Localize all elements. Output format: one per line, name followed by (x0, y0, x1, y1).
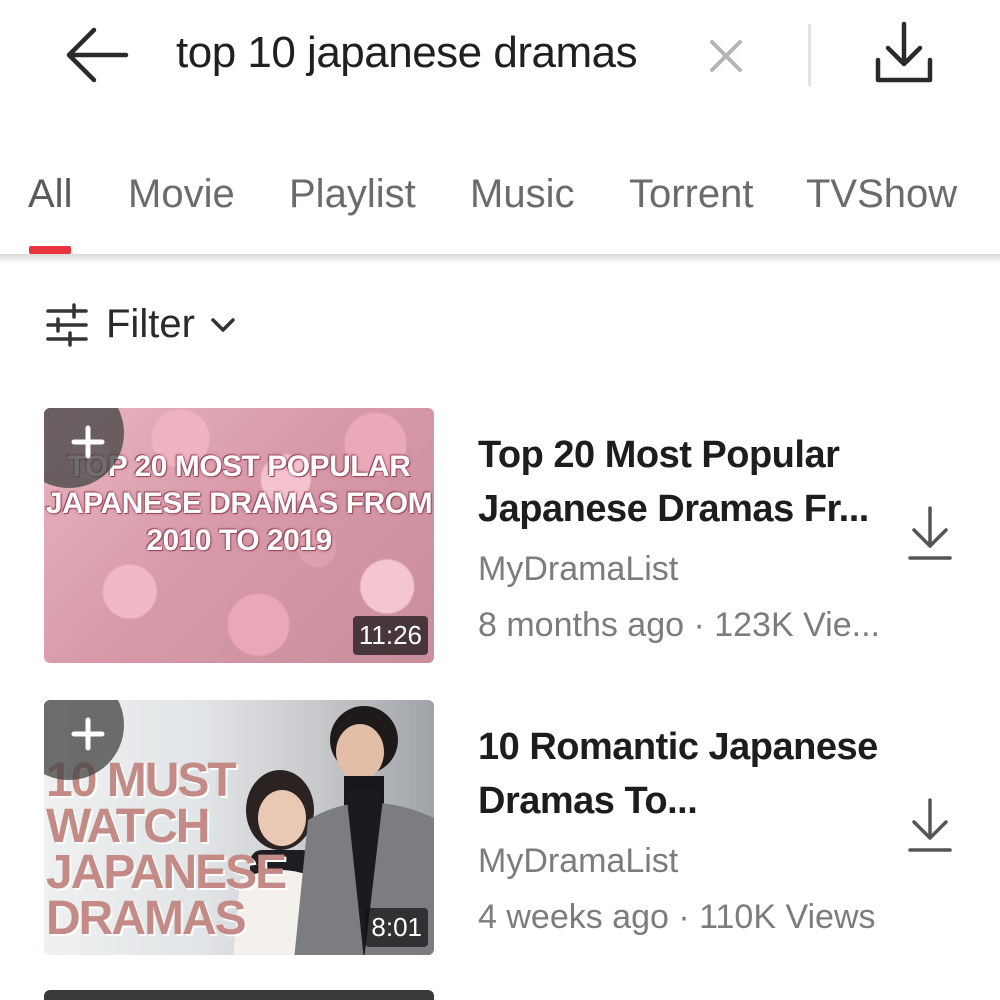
filter-label: Filter (106, 302, 195, 346)
search-header: top 10 japanese dramas (0, 0, 1000, 115)
download-icon (875, 21, 933, 83)
video-duration: 8:01 (365, 908, 428, 947)
header-divider (808, 24, 811, 86)
filter-button[interactable]: Filter (44, 296, 254, 356)
download-video-button[interactable] (904, 796, 956, 856)
download-icon (908, 506, 952, 560)
search-query-text[interactable]: top 10 japanese dramas (176, 28, 638, 78)
tab-tvshow[interactable]: TVShow (806, 172, 957, 217)
video-meta: 4 weeks ago · 110K Views (478, 898, 876, 936)
tab-movie[interactable]: Movie (128, 172, 235, 217)
downloads-button[interactable] (868, 18, 940, 90)
active-tab-indicator (29, 246, 71, 254)
category-tabs: All Movie Playlist Music Torrent TVShow (0, 160, 1000, 256)
video-duration: 11:26 (352, 616, 428, 655)
plus-icon (71, 425, 105, 459)
plus-icon (71, 717, 105, 751)
back-button[interactable] (60, 22, 130, 88)
tab-playlist[interactable]: Playlist (289, 172, 416, 217)
chevron-down-icon (211, 318, 235, 332)
tabs-divider (0, 254, 1000, 264)
sliders-icon (46, 303, 88, 347)
result-item[interactable]: 10 MUST WATCH JAPANESE DRAMAS 8:01 10 Ro… (0, 700, 1000, 960)
close-icon (710, 40, 742, 72)
arrow-left-icon (66, 27, 129, 83)
next-result-thumbnail[interactable] (44, 990, 434, 1000)
video-title[interactable]: Top 20 Most Popular Japanese Dramas Fr..… (478, 428, 888, 536)
video-thumbnail[interactable]: TOP 20 MOST POPULAR JAPANESE DRAMAS FROM… (44, 408, 434, 663)
video-thumbnail[interactable]: 10 MUST WATCH JAPANESE DRAMAS 8:01 (44, 700, 434, 955)
video-meta: 8 months ago · 123K Vie... (478, 606, 880, 644)
download-icon (908, 798, 952, 852)
result-item[interactable]: TOP 20 MOST POPULAR JAPANESE DRAMAS FROM… (0, 408, 1000, 668)
download-video-button[interactable] (904, 504, 956, 564)
thumbnail-caption: 10 MUST WATCH JAPANESE DRAMAS (46, 754, 287, 945)
channel-name[interactable]: MyDramaList (478, 842, 678, 881)
tab-all[interactable]: All (28, 172, 72, 217)
tab-torrent[interactable]: Torrent (629, 172, 754, 217)
video-title[interactable]: 10 Romantic Japanese Dramas To... (478, 720, 888, 828)
clear-search-button[interactable] (700, 30, 752, 82)
tab-music[interactable]: Music (470, 172, 574, 217)
channel-name[interactable]: MyDramaList (478, 550, 678, 589)
